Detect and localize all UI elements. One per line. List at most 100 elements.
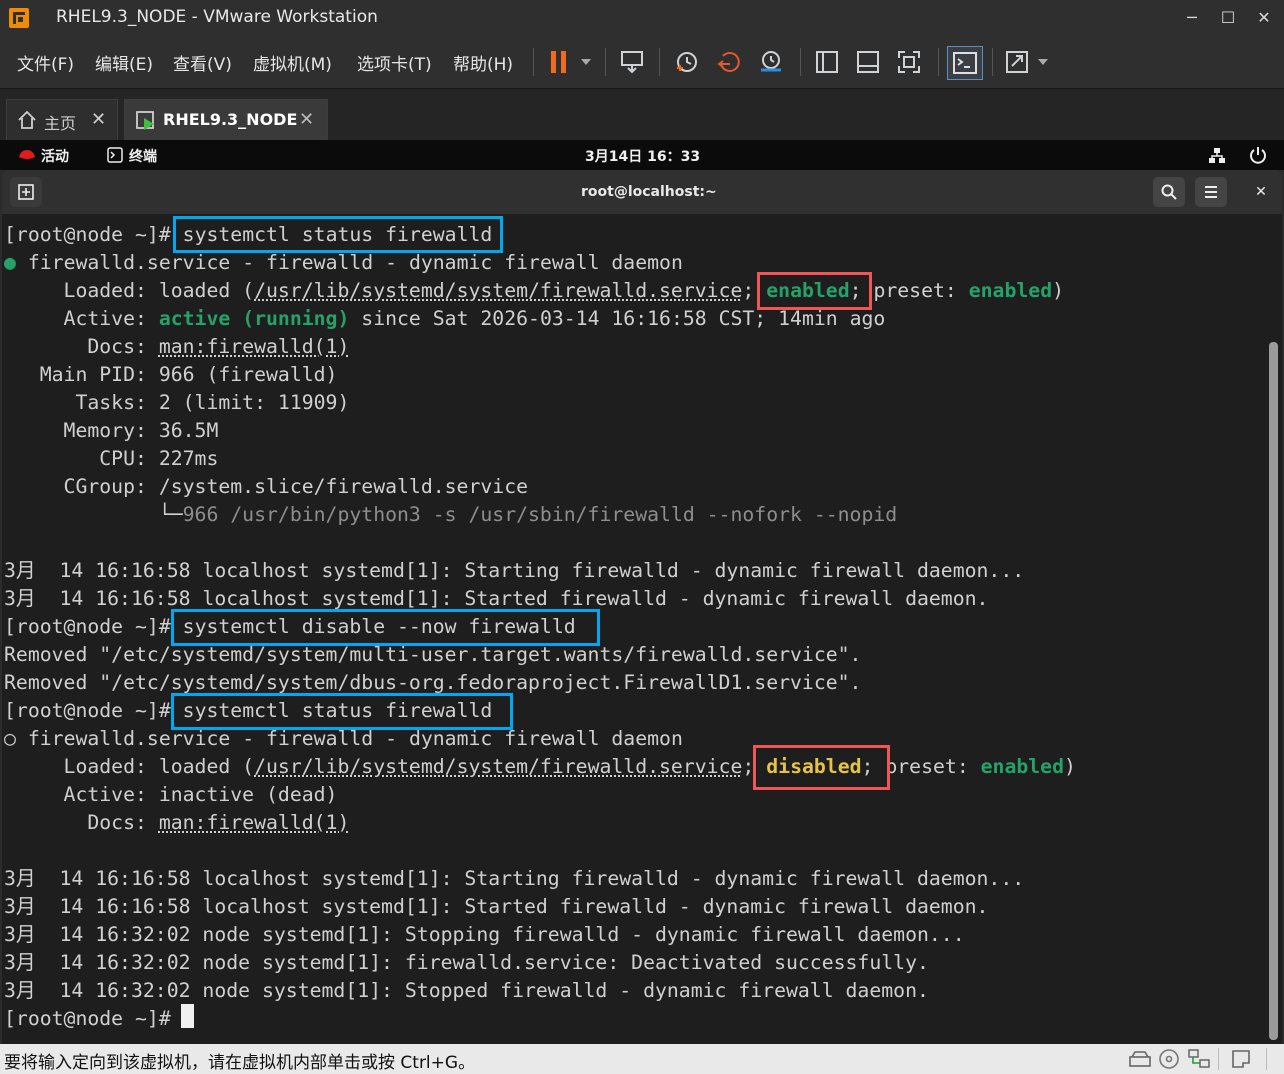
state-highlight-box	[757, 272, 872, 310]
cd-dvd-icon[interactable]	[1158, 1048, 1180, 1070]
status-separator	[1218, 1048, 1219, 1070]
loaded-line: Loaded: loaded (/usr/lib/systemd/system/…	[4, 755, 1076, 778]
search-button[interactable]	[1153, 177, 1185, 207]
journal-line: 3月 14 16:16:58 localhost systemd[1]: Sta…	[4, 867, 1025, 890]
menu-help[interactable]: 帮助(H)	[453, 50, 513, 75]
redhat-logo-icon	[19, 150, 35, 159]
menu-tabs[interactable]: 选项卡(T)	[357, 50, 432, 75]
docs-line: Docs: man:firewalld(1)	[4, 811, 350, 834]
maximize-button[interactable]: ☐	[1210, 6, 1246, 30]
loaded-line: Loaded: loaded (/usr/lib/systemd/system/…	[4, 279, 1065, 302]
hamburger-icon	[1205, 186, 1217, 198]
text-cursor	[181, 1004, 194, 1028]
status-bar: 要将输入定向到该虚拟机，请在虚拟机内部单击或按 Ctrl+G。	[0, 1044, 1284, 1074]
journal-line: 3月 14 16:32:02 node systemd[1]: Stopping…	[4, 923, 965, 946]
full-screen-button[interactable]	[1003, 46, 1057, 78]
minimize-button[interactable]: ─	[1174, 6, 1210, 30]
show-library-button[interactable]	[810, 46, 844, 78]
cpu-line: CPU: 227ms	[4, 447, 219, 470]
fit-window-icon	[898, 51, 920, 73]
network-wired-icon[interactable]	[1208, 147, 1226, 164]
snapshot-manager-button[interactable]	[754, 46, 788, 78]
cgroup-line: CGroup: /system.slice/firewalld.service	[4, 475, 529, 498]
scrollbar-thumb[interactable]	[1269, 342, 1278, 1040]
clock[interactable]: 3月14日 16：33	[585, 146, 700, 166]
menu-edit[interactable]: 编辑(E)	[95, 50, 153, 75]
vmware-logo-icon	[9, 8, 29, 28]
console-view-button[interactable]	[947, 46, 983, 80]
send-ctrl-alt-del-button[interactable]	[615, 46, 649, 78]
journal-line: 3月 14 16:32:02 node systemd[1]: firewall…	[4, 951, 929, 974]
menu-bar: 文件(F) 编辑(E) 查看(V) 虚拟机(M) 选项卡(T) 帮助(H)	[0, 36, 1284, 88]
vm-tab-bar: 主页 ✕ RHEL9.3_NODE ✕	[0, 88, 1284, 141]
command-highlight-box	[173, 216, 503, 253]
hard-disk-icon[interactable]	[1128, 1049, 1152, 1069]
status-header-line: ● firewalld.service - firewalld - dynami…	[4, 251, 683, 274]
sidebar-layout-icon	[816, 51, 838, 73]
toolbar-separator	[938, 48, 939, 76]
tasks-line: Tasks: 2 (limit: 11909)	[4, 391, 350, 414]
home-icon	[18, 110, 36, 129]
command-highlight-box	[171, 693, 513, 730]
show-thumbnail-bar-button[interactable]	[851, 46, 885, 78]
tab-label: 主页	[44, 114, 77, 133]
docs-line: Docs: man:firewalld(1)	[4, 335, 350, 358]
status-separator	[1266, 1048, 1267, 1070]
journal-line: 3月 14 16:16:58 localhost systemd[1]: Sta…	[4, 895, 989, 918]
menu-vm[interactable]: 虚拟机(M)	[253, 50, 332, 75]
window-title-bar: RHEL9.3_NODE - VMware Workstation ─ ☐ ✕	[0, 0, 1284, 36]
close-terminal-button[interactable]: ✕	[1245, 177, 1277, 207]
toolbar-separator	[992, 48, 993, 76]
inactive-status-dot-icon: ○	[4, 727, 16, 750]
hamburger-menu-button[interactable]	[1195, 177, 1227, 207]
active-line: Active: active (running) since Sat 2026-…	[4, 307, 886, 330]
tab-rhel9-node[interactable]: RHEL9.3_NODE ✕	[124, 99, 328, 140]
journal-line: 3月 14 16:32:02 node systemd[1]: Stopped …	[4, 979, 929, 1002]
pause-icon	[551, 51, 591, 73]
toolbar-separator	[659, 48, 660, 76]
revert-snapshot-button[interactable]	[712, 46, 746, 78]
vm-running-icon	[136, 111, 154, 130]
new-tab-button[interactable]	[10, 177, 42, 207]
console-icon	[953, 52, 977, 74]
revert-icon	[717, 51, 740, 72]
snapshot-button[interactable]	[670, 46, 704, 78]
close-tab-icon[interactable]: ✕	[299, 109, 314, 130]
bottom-panel-layout-icon	[857, 51, 879, 73]
input-hint-text: 要将输入定向到该虚拟机，请在虚拟机内部单击或按 Ctrl+G。	[4, 1053, 476, 1073]
terminal-app-icon	[107, 147, 123, 163]
prompt-line: [root@node ~]#	[4, 1007, 171, 1030]
app-menu-terminal[interactable]: 终端	[129, 146, 157, 166]
search-icon	[1161, 184, 1177, 200]
menu-view[interactable]: 查看(V)	[173, 50, 232, 75]
full-screen-icon	[1006, 51, 1048, 73]
journal-line: 3月 14 16:16:58 localhost systemd[1]: Sta…	[4, 559, 1025, 582]
mainpid-line: Main PID: 966 (firewalld)	[4, 363, 338, 386]
terminal-header-bar: root@localhost:~ ✕	[2, 170, 1282, 214]
gnome-top-bar: 活动 终端 3月14日 16：33	[0, 140, 1284, 170]
toolbar-separator	[533, 48, 534, 76]
menu-file[interactable]: 文件(F)	[17, 50, 74, 75]
close-window-button[interactable]: ✕	[1246, 6, 1282, 30]
window-title: RHEL9.3_NODE - VMware Workstation	[56, 7, 378, 27]
toolbar-separator	[605, 48, 606, 76]
command-highlight-box	[171, 609, 600, 646]
active-status-dot-icon: ●	[4, 251, 16, 274]
keyboard-send-icon	[621, 51, 643, 74]
close-tab-icon[interactable]: ✕	[91, 109, 106, 130]
toolbar-separator	[800, 48, 801, 76]
message-log-icon[interactable]	[1230, 1048, 1252, 1070]
memory-line: Memory: 36.5M	[4, 419, 219, 442]
tab-label: RHEL9.3_NODE	[163, 110, 298, 129]
cgroup-process-line: └─966 /usr/bin/python3 -s /usr/sbin/fire…	[4, 503, 898, 526]
active-line: Active: inactive (dead)	[4, 783, 338, 806]
terminal-title: root@localhost:~	[581, 184, 717, 200]
new-tab-icon	[18, 184, 34, 200]
activities-button[interactable]: 活动	[41, 146, 69, 166]
snapshot-manager-icon	[761, 51, 781, 72]
tab-home[interactable]: 主页 ✕	[6, 99, 118, 140]
fit-guest-button[interactable]	[892, 46, 926, 78]
network-adapter-icon[interactable]	[1187, 1048, 1211, 1070]
pause-button[interactable]	[542, 46, 596, 78]
power-icon[interactable]	[1249, 146, 1267, 164]
